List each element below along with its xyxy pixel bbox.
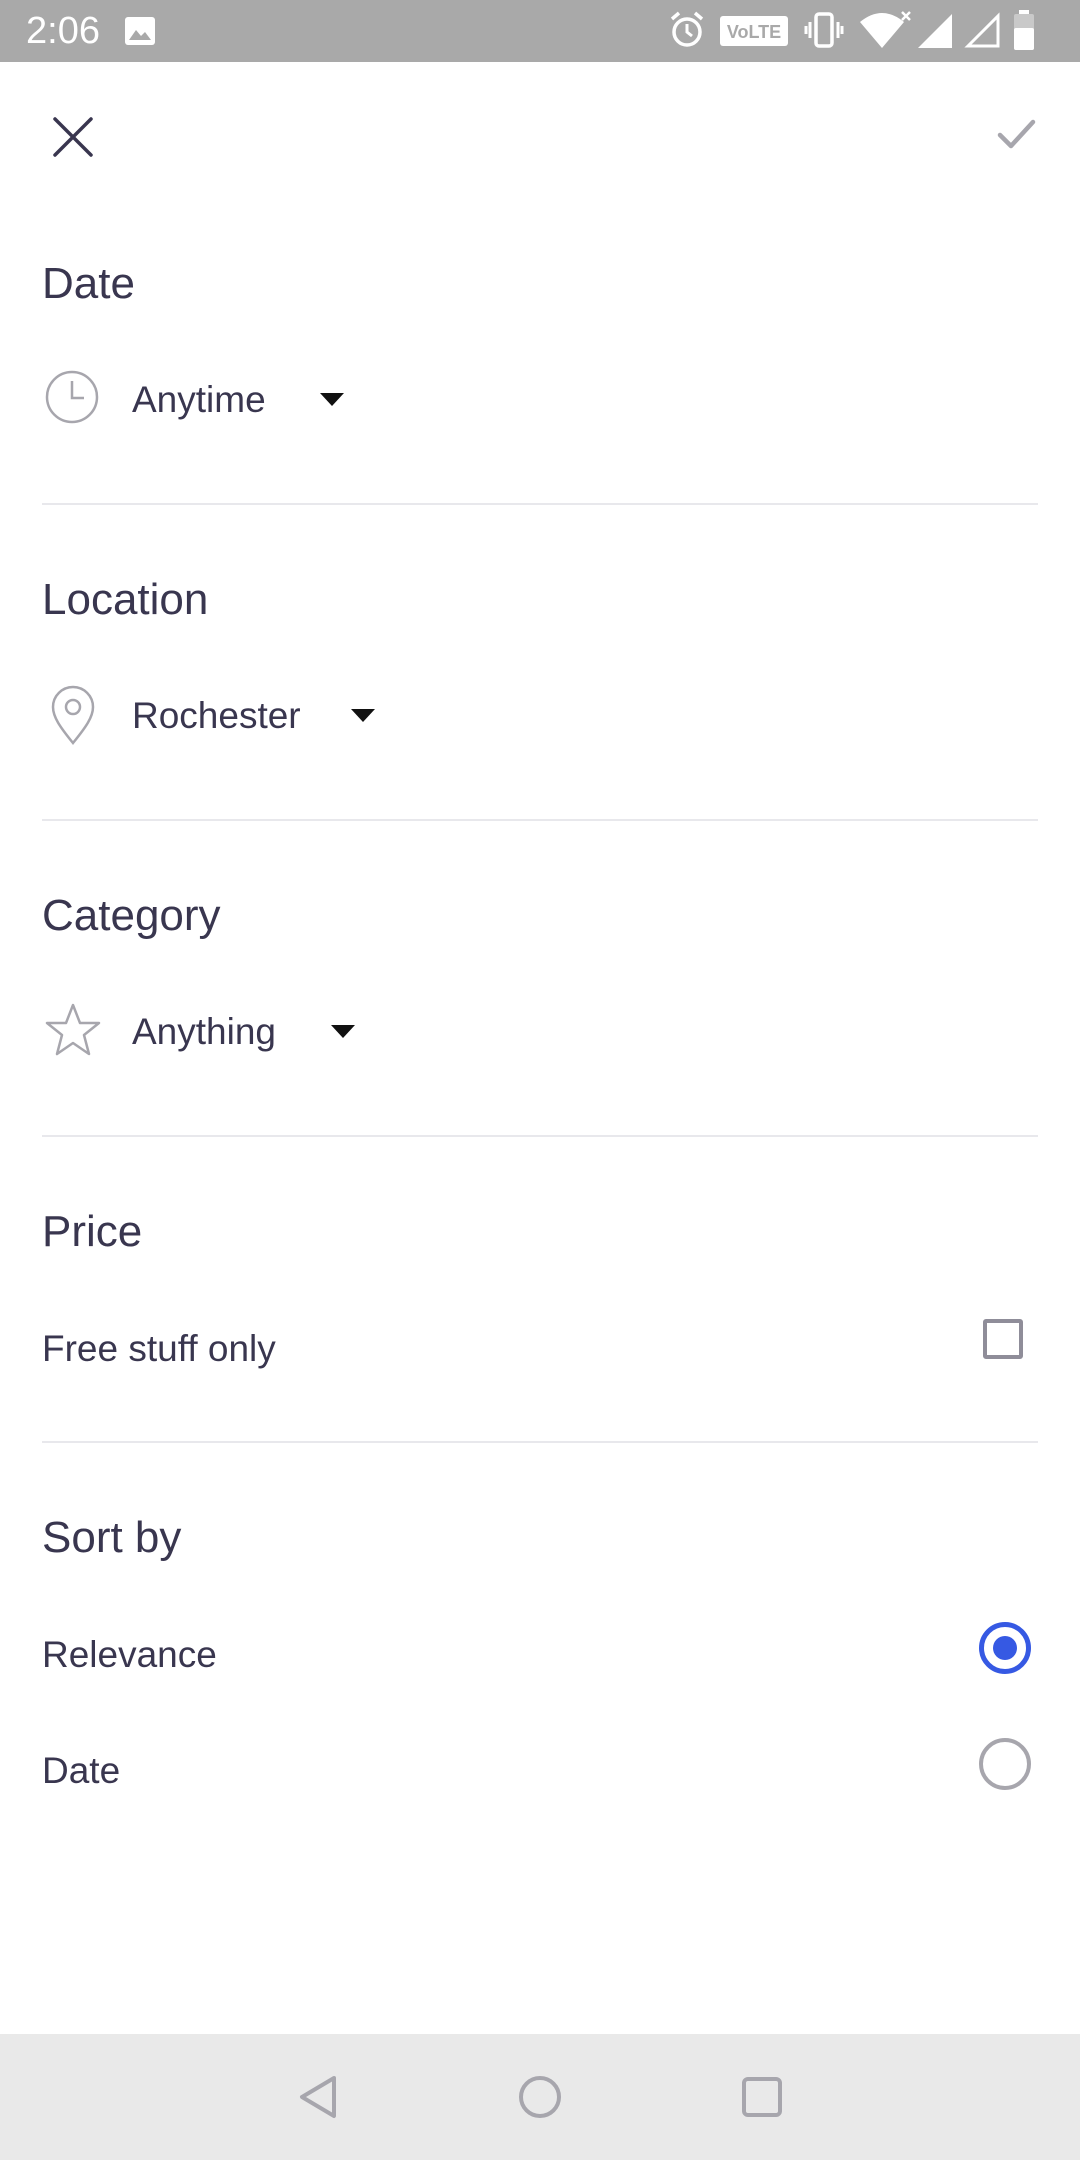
volte-text: VoLTE (727, 22, 781, 42)
location-value: Rochester (132, 695, 301, 736)
alarm-icon (668, 10, 706, 55)
signal-empty-icon (964, 10, 1002, 55)
caret-down-icon (320, 393, 344, 406)
signal-icon (916, 10, 954, 55)
free-stuff-label: Free stuff only (42, 1328, 276, 1369)
date-value: Anytime (132, 379, 266, 420)
date-radio[interactable] (979, 1738, 1031, 1790)
clock-icon (44, 369, 100, 430)
category-section-title: Category (42, 891, 221, 940)
close-button[interactable] (40, 104, 106, 170)
sort-option-label: Relevance (42, 1634, 217, 1675)
volte-icon: VoLTE (720, 16, 788, 51)
back-icon[interactable] (294, 2072, 344, 2122)
caret-down-icon (331, 1025, 355, 1038)
filter-screen: 2:06 VoLTE Date Anytime Location Rochest… (0, 0, 1080, 2160)
gallery-icon (124, 16, 156, 51)
divider (42, 819, 1038, 821)
price-section-title: Price (42, 1207, 143, 1256)
date-section-title: Date (42, 259, 135, 308)
divider (42, 1135, 1038, 1137)
free-stuff-checkbox[interactable] (983, 1319, 1023, 1359)
map-pin-icon (50, 685, 96, 750)
status-icons: VoLTE (668, 10, 1058, 52)
caret-down-icon (351, 709, 375, 722)
recents-icon[interactable] (737, 2072, 787, 2122)
sort-section-title: Sort by (42, 1513, 182, 1562)
navigation-bar (0, 2034, 1080, 2160)
divider (42, 503, 1038, 505)
apply-button[interactable] (986, 104, 1046, 164)
close-icon (53, 117, 93, 157)
relevance-radio[interactable] (979, 1622, 1031, 1674)
vibrate-icon (804, 10, 844, 55)
star-icon (44, 1002, 102, 1063)
home-icon[interactable] (515, 2072, 565, 2122)
check-icon (997, 119, 1036, 149)
wifi-icon (858, 10, 912, 57)
battery-icon (1012, 10, 1036, 57)
location-section-title: Location (42, 575, 209, 624)
divider (42, 1441, 1038, 1443)
category-value: Anything (132, 1011, 276, 1052)
status-time: 2:06 (26, 10, 100, 52)
status-bar: 2:06 VoLTE (0, 0, 1080, 62)
sort-option-label: Date (42, 1750, 121, 1791)
